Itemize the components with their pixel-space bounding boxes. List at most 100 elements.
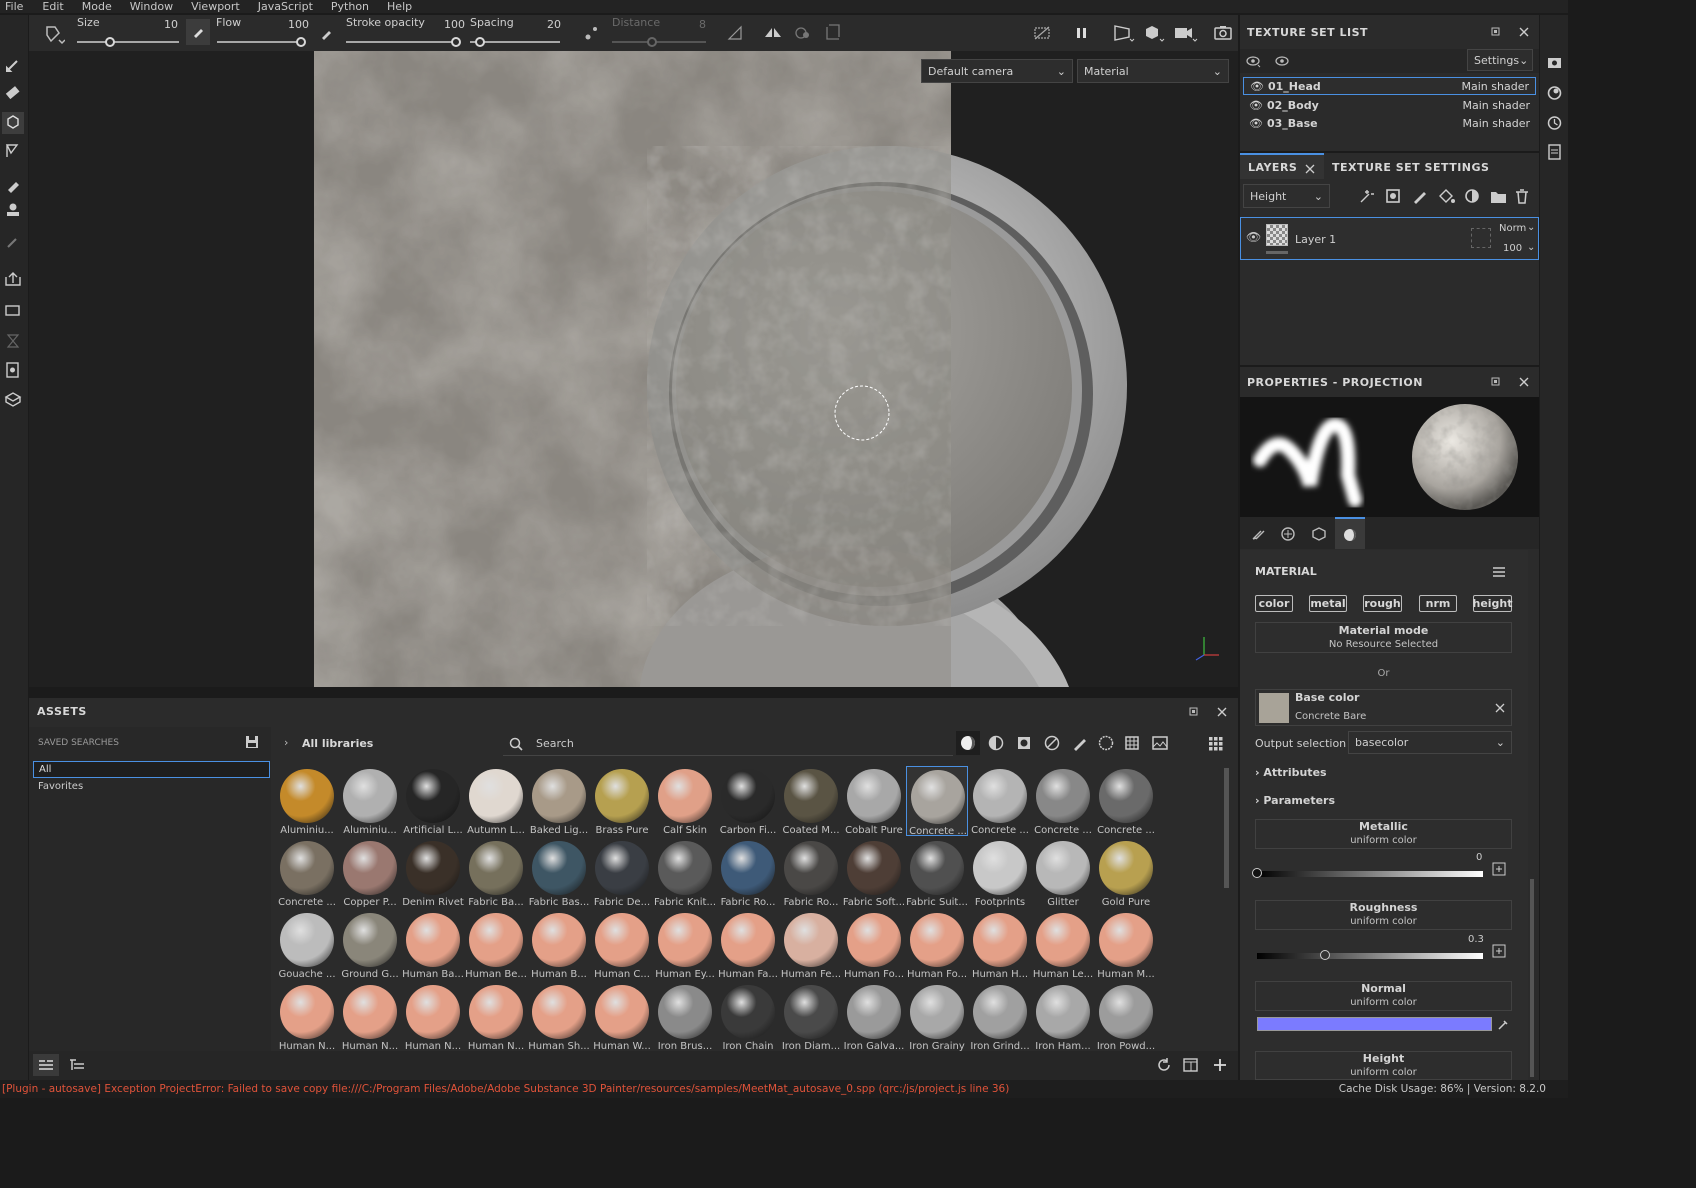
metallic-value[interactable]: 0 — [1476, 852, 1482, 863]
normal-color-swatch[interactable] — [1257, 1017, 1492, 1031]
asset-tile[interactable]: Fabric Knit... — [654, 838, 716, 908]
layer-name[interactable]: Layer 1 — [1295, 233, 1336, 246]
refresh-icon[interactable] — [1155, 1056, 1173, 1074]
channel-chip-metal[interactable]: metal — [1309, 595, 1347, 612]
channel-chip-color[interactable]: color — [1255, 595, 1293, 612]
expand-parameter-icon[interactable] — [1492, 944, 1506, 958]
float-panel-icon[interactable] — [1490, 26, 1502, 38]
smart-mask-filter-icon[interactable] — [1044, 735, 1060, 751]
asset-tile[interactable]: Human N... — [402, 982, 464, 1051]
spacing-slider-knob[interactable] — [475, 37, 485, 47]
search-input[interactable]: Search — [503, 731, 953, 756]
size-slider-knob[interactable] — [105, 37, 115, 47]
asset-tile[interactable]: Iron Diam... — [780, 982, 842, 1051]
output-selection-select[interactable]: basecolor ⌄ — [1348, 731, 1512, 754]
polygon-fill-icon[interactable] — [5, 144, 19, 157]
stroke-opacity-slider-track[interactable] — [346, 41, 456, 43]
float-panel-icon[interactable] — [1188, 706, 1200, 718]
camera-icon[interactable] — [1172, 22, 1200, 44]
flow-slider-knob[interactable] — [296, 37, 306, 47]
log-icon[interactable] — [1548, 144, 1561, 160]
viewport[interactable]: Default camera ⌄ Material ⌄ — [29, 51, 1238, 687]
smart-material-filter-icon[interactable] — [988, 735, 1004, 751]
texture-set-shader[interactable]: Main shader — [1462, 80, 1529, 93]
display-settings-icon[interactable] — [1548, 58, 1561, 68]
pause-icon[interactable] — [1074, 23, 1090, 43]
screenshot-icon[interactable] — [1212, 22, 1234, 44]
normal-field[interactable]: Normal uniform color — [1255, 981, 1512, 1011]
stroke-opacity-value[interactable]: 100 — [444, 18, 465, 31]
asset-grid-scrollbar[interactable] — [1224, 768, 1229, 888]
menu-help[interactable]: Help — [387, 0, 412, 13]
add-folder-icon[interactable] — [1491, 192, 1506, 203]
asset-tile[interactable]: Human Sh... — [528, 982, 590, 1051]
eraser-icon[interactable] — [5, 86, 20, 100]
eye-icon[interactable]: 👁 — [1249, 99, 1263, 112]
smudge-icon[interactable] — [8, 182, 19, 193]
asset-tile[interactable]: Human Le... — [1032, 910, 1094, 980]
texture-set-item[interactable]: 👁 01_Head Main shader — [1243, 77, 1536, 95]
asset-tile[interactable]: Human Fe... — [780, 910, 842, 980]
menu-file[interactable]: File — [5, 0, 23, 13]
roughness-slider-knob[interactable] — [1319, 950, 1330, 960]
asset-tile[interactable]: Fabric Bas... — [528, 838, 590, 908]
asset-tile[interactable]: Concrete ... — [906, 766, 968, 837]
asset-tile[interactable]: Human N... — [339, 982, 401, 1051]
paint-brush-icon[interactable] — [6, 60, 18, 72]
asset-tile[interactable]: Fabric De... — [591, 838, 653, 908]
metallic-slider-knob[interactable] — [1252, 868, 1262, 878]
shelf-icon[interactable] — [5, 305, 20, 316]
menu-mode[interactable]: Mode — [82, 0, 112, 13]
blend-mode-select[interactable]: Norm — [1499, 223, 1526, 234]
asset-tile[interactable]: Iron Chain — [717, 982, 779, 1051]
asset-tile[interactable]: Iron Galva... — [843, 982, 905, 1051]
material-tab[interactable] — [1335, 517, 1365, 549]
size-value[interactable]: 10 — [164, 18, 178, 31]
add-paint-layer-icon[interactable] — [1414, 192, 1426, 204]
lazy-mouse-icon[interactable] — [584, 23, 600, 43]
asset-tile[interactable]: Concrete ... — [1032, 766, 1094, 836]
expand-parameter-icon[interactable] — [1492, 862, 1506, 876]
asset-tile[interactable]: Denim Rivet — [402, 838, 464, 908]
layer-thumbnail[interactable] — [1266, 224, 1288, 246]
eye-icon[interactable] — [1274, 53, 1292, 69]
eye-icon[interactable]: 👁 — [1250, 80, 1264, 93]
menu-viewport[interactable]: Viewport — [191, 0, 240, 13]
environment-filter-icon[interactable] — [1152, 736, 1168, 750]
channel-chip-nrm[interactable]: nrm — [1419, 595, 1457, 612]
asset-tile[interactable]: Ground G... — [339, 910, 401, 980]
new-window-icon[interactable] — [1182, 1056, 1200, 1074]
stroke-opacity-slider-knob[interactable] — [451, 37, 461, 47]
base-color-field[interactable]: Base color Concrete Bare — [1255, 689, 1512, 726]
close-icon[interactable] — [1518, 376, 1530, 388]
camera-select[interactable]: Default camera ⌄ — [921, 59, 1073, 83]
saved-search-favorites[interactable]: Favorites — [38, 781, 83, 792]
color-picker-icon[interactable] — [7, 238, 17, 248]
visibility-all-icon[interactable] — [1245, 53, 1265, 69]
brush-filter-icon[interactable] — [1074, 739, 1086, 751]
asset-tile[interactable]: Gold Pure — [1095, 838, 1157, 908]
distance-slider-knob[interactable] — [647, 37, 657, 47]
tab-layers[interactable]: LAYERS — [1240, 153, 1324, 179]
asset-tile[interactable]: Human Fa... — [717, 910, 779, 980]
menu-javascript[interactable]: JavaScript — [258, 0, 313, 13]
asset-tile[interactable]: Human C... — [591, 910, 653, 980]
add-mask-icon[interactable] — [1386, 189, 1400, 203]
float-panel-icon[interactable] — [1490, 376, 1502, 388]
spacing-value[interactable]: 20 — [547, 18, 561, 31]
asset-tile[interactable]: Iron Brus... — [654, 982, 716, 1051]
asset-tile[interactable]: Concrete ... — [1095, 766, 1157, 836]
asset-tile[interactable]: Iron Grind... — [969, 982, 1031, 1051]
asset-tile[interactable]: Human B... — [528, 910, 590, 980]
stencil-tab-icon[interactable] — [1311, 526, 1327, 542]
asset-tile[interactable]: Autumn L... — [465, 766, 527, 836]
save-search-icon[interactable] — [245, 735, 259, 749]
asset-tile[interactable]: Human N... — [465, 982, 527, 1051]
asset-tile[interactable]: Brass Pure — [591, 766, 653, 836]
chevron-right-icon[interactable]: › — [284, 736, 288, 749]
distance-slider-track[interactable] — [612, 41, 706, 43]
asset-tile[interactable]: Baked Lig... — [528, 766, 590, 836]
grid-view-icon[interactable] — [1209, 737, 1223, 751]
asset-tile[interactable]: Gouache ... — [276, 910, 338, 980]
status-error-message[interactable]: [Plugin - autosave] Exception ProjectErr… — [2, 1083, 1009, 1095]
